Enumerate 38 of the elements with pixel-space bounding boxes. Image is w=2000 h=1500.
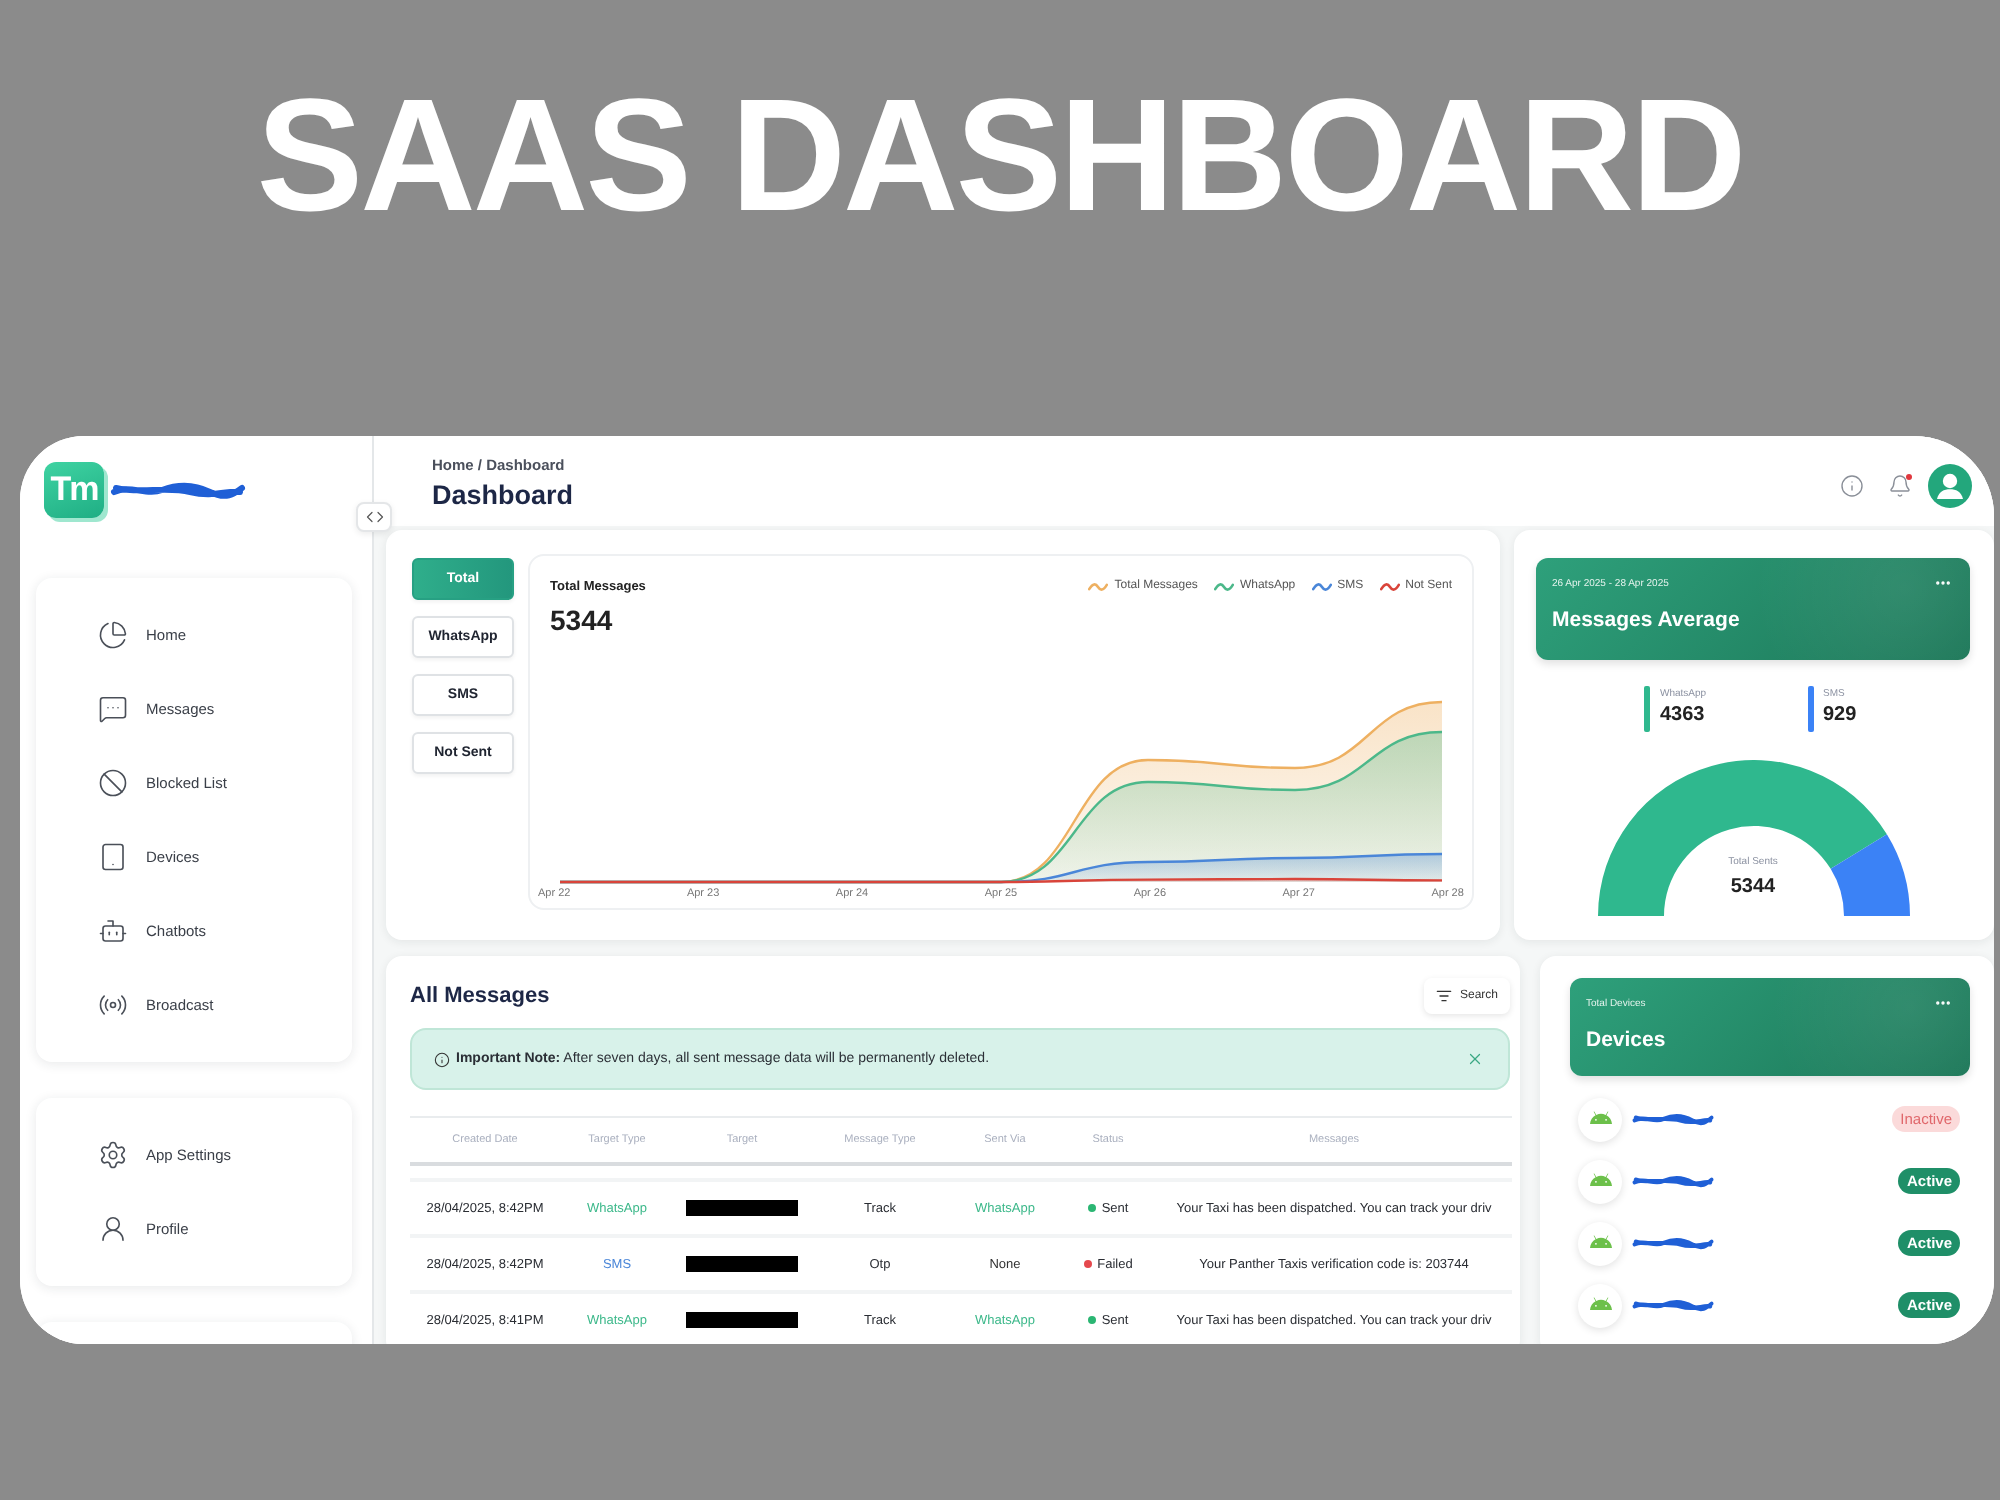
redaction-scribble	[1632, 1298, 1714, 1312]
logo: Tm	[44, 462, 104, 518]
android-icon	[1578, 1221, 1622, 1265]
card-title: Messages Average	[1552, 606, 1742, 634]
section-title: All Messages	[410, 984, 550, 1008]
stat-value: 929	[1823, 702, 1857, 730]
banner-title: SAAS DASHBOARD	[256, 64, 1744, 248]
page-title: Dashboard	[432, 478, 574, 512]
collapse-toggle-button[interactable]	[356, 502, 392, 532]
pie-chart-icon	[98, 620, 128, 650]
card-title: Devices	[1586, 1026, 1668, 1054]
redaction-bar	[686, 1200, 798, 1216]
gauge-value: 5344	[1730, 874, 1776, 900]
avatar-icon[interactable]	[1928, 464, 1972, 508]
redaction-scribble	[110, 480, 246, 500]
total-value: 5344	[548, 602, 615, 638]
chat-bubble-icon	[98, 694, 128, 724]
android-icon	[1578, 1159, 1622, 1203]
bell-icon[interactable]	[1888, 474, 1912, 498]
redaction-scribble	[1632, 1174, 1714, 1188]
stat-value: 4363	[1660, 702, 1707, 730]
close-icon[interactable]	[1466, 1050, 1484, 1068]
chevrons-icon	[365, 508, 383, 526]
redaction-bar	[686, 1256, 798, 1272]
android-icon	[1578, 1283, 1622, 1327]
redaction-scribble	[1632, 1112, 1714, 1126]
settings-icon	[98, 1140, 128, 1170]
android-icon	[1578, 1097, 1622, 1141]
info-icon[interactable]	[1840, 474, 1864, 498]
filter-icon	[1435, 988, 1452, 1004]
broadcast-icon	[98, 990, 128, 1020]
redaction-bar	[686, 1312, 798, 1328]
user-icon	[98, 1214, 128, 1244]
info-icon	[434, 1051, 450, 1067]
robot-icon	[98, 916, 128, 946]
tablet-icon	[98, 842, 128, 872]
redaction-scribble	[1632, 1236, 1714, 1250]
ban-icon	[98, 768, 128, 798]
